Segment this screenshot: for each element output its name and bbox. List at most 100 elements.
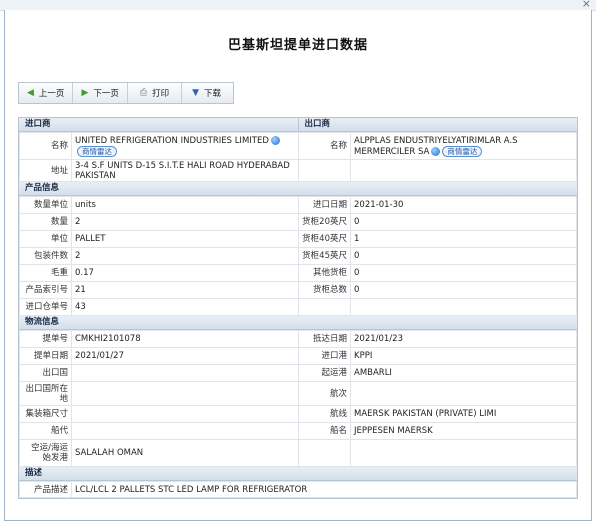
importer-address: 3-4 S.F UNITS D-15 S.I.T.E HALI ROAD HYD…: [71, 159, 299, 182]
field-value: 2021-01-30: [350, 196, 577, 214]
field-label: 进口仓单号: [19, 298, 72, 316]
field-label: 货柜40英尺: [298, 230, 351, 248]
exporter-section-title: 出口商: [298, 118, 577, 132]
field-label: [298, 439, 351, 467]
table-row: 单位 PALLET 货柜40英尺 1: [19, 230, 577, 248]
exporter-name-cell: ALPPLAS ENDUSTRIYELYATIRIMLAR A.S MERMER…: [350, 132, 577, 160]
print-button[interactable]: ⎙ 打印: [128, 83, 183, 103]
field-value: units: [71, 196, 299, 214]
field-label: 提单号: [19, 330, 72, 348]
description-table: 产品描述 LCL/LCL 2 PALLETS STC LED LAMP FOR …: [19, 481, 577, 498]
page-title: 巴基斯坦提单进口数据: [227, 38, 368, 53]
next-page-label: 下一页: [93, 89, 119, 99]
field-value: AMBARLI: [350, 364, 577, 382]
field-label: 单位: [19, 230, 72, 248]
importer-name: UNITED REFRIGERATION INDUSTRIES LIMITED: [75, 135, 269, 146]
close-icon[interactable]: ×: [582, 0, 591, 10]
field-value: 0: [350, 264, 577, 282]
table-row: 提单日期 2021/01/27 进口港 KPPI: [19, 347, 577, 365]
field-label: 出口国: [19, 364, 72, 382]
arrow-left-icon: ◀: [27, 88, 34, 98]
field-value: 2021/01/27: [71, 347, 299, 365]
field-value: [350, 298, 577, 316]
table-row: 地址 3-4 S.F UNITS D-15 S.I.T.E HALI ROAD …: [19, 159, 577, 182]
field-value: 0.17: [71, 264, 299, 282]
empty-cell: [350, 159, 577, 182]
logistics-table: 提单号 CMKHI2101078 抵达日期 2021/01/23 提单日期 2021/01…: [19, 330, 577, 467]
arrow-right-icon: ▶: [81, 88, 89, 98]
field-value: CMKHI2101078: [71, 330, 299, 348]
table-row: 进口仓单号 43: [19, 298, 577, 316]
field-value: [350, 439, 577, 467]
field-label: 船代: [19, 422, 72, 440]
table-row: 包装件数 2 货柜45英尺 0: [19, 247, 577, 265]
prev-page-label: 上一页: [38, 89, 65, 99]
field-value: 2: [71, 247, 299, 265]
field-label: 货柜总数: [298, 281, 351, 299]
field-value: PALLET: [71, 230, 299, 248]
field-value: 43: [71, 298, 299, 316]
field-label: 出口国所在地: [19, 381, 72, 406]
field-value: [71, 381, 299, 406]
product-section-title: 产品信息: [19, 182, 577, 196]
field-value: 0: [350, 281, 577, 299]
product-table: 数量单位 units 进口日期 2021-01-30 数量 2 货柜20英尺 0 单位 PALLE…: [19, 196, 577, 316]
table-row: 毛重 0.17 其他货柜 0: [19, 264, 577, 282]
importer-name-label: 名称: [19, 132, 72, 160]
field-label: 数量: [19, 213, 72, 231]
field-label: 起运港: [298, 364, 351, 382]
field-label: 货柜20英尺: [298, 213, 351, 231]
field-label: 集装箱尺寸: [19, 405, 72, 423]
table-row: 空运/海运始发港 SALALAH OMAN: [19, 439, 577, 467]
field-label: 航线: [298, 405, 351, 423]
print-label: 打印: [152, 89, 170, 99]
exporter-name-label: 名称: [298, 132, 351, 160]
field-label: 空运/海运始发港: [19, 439, 72, 467]
table-row: 出口国 起运港 AMBARLI: [19, 364, 577, 382]
printer-icon: ⎙: [139, 88, 148, 98]
table-row: 出口国所在地 航次: [19, 381, 577, 406]
field-value: JEPPESEN MAERSK: [350, 422, 577, 440]
table-row: 数量单位 units 进口日期 2021-01-30: [19, 196, 577, 214]
field-label: [298, 298, 351, 316]
empty-cell: [298, 159, 351, 182]
download-button[interactable]: ▼ 下载: [182, 83, 233, 103]
exporter-radar-badge[interactable]: 商情雷达: [442, 145, 483, 157]
table-row: 提单号 CMKHI2101078 抵达日期 2021/01/23: [19, 330, 577, 348]
party-section-header: 进口商 出口商: [19, 118, 577, 132]
toolbar: ◀ 上一页 ▶ 下一页 ⎙ 打印 ▼ 下载: [18, 82, 235, 104]
field-label: 数量单位: [19, 196, 72, 214]
field-value: [71, 364, 299, 382]
field-label: 进口日期: [298, 196, 351, 214]
description-label: 产品描述: [19, 481, 72, 498]
globe-icon: [431, 146, 441, 156]
table-row: 数量 2 货柜20英尺 0: [19, 213, 577, 231]
field-value: KPPI: [350, 347, 577, 365]
field-label: 其他货柜: [298, 264, 351, 282]
prev-page-button[interactable]: ◀ 上一页: [19, 83, 74, 103]
field-label: 毛重: [19, 264, 72, 282]
field-label: 产品索引号: [19, 281, 72, 299]
importer-radar-badge[interactable]: 商情雷达: [77, 145, 117, 157]
detail-panel: 进口商 出口商 名称 UNITED REFRIGERATION INDUSTRI…: [18, 117, 578, 499]
field-label: 提单日期: [19, 347, 72, 365]
field-value: [350, 381, 577, 406]
importer-section-title: 进口商: [19, 118, 299, 132]
table-row: 产品描述 LCL/LCL 2 PALLETS STC LED LAMP FOR …: [19, 481, 577, 498]
description-section-title: 描述: [19, 467, 577, 481]
importer-address-label: 地址: [19, 159, 72, 182]
globe-icon: [270, 135, 280, 145]
table-row: 集装箱尺寸 航线 MAERSK PAKISTAN (PRIVATE) LIMI: [19, 405, 577, 423]
field-value: MAERSK PAKISTAN (PRIVATE) LIMI: [350, 405, 577, 423]
field-label: 进口港: [298, 347, 351, 365]
next-page-button[interactable]: ▶ 下一页: [73, 83, 128, 103]
arrow-down-icon: ▼: [192, 88, 200, 98]
field-value: 21: [71, 281, 299, 299]
field-label: 船名: [298, 422, 351, 440]
field-label: 航次: [298, 381, 351, 406]
field-value: 1: [350, 230, 577, 248]
download-label: 下载: [204, 89, 222, 99]
field-value: SALALAH OMAN: [71, 439, 299, 467]
field-value: [71, 405, 299, 423]
field-value: 2: [71, 213, 299, 231]
